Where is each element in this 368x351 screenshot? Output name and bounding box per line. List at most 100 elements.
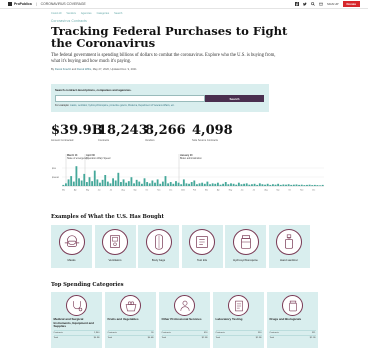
search-icon[interactable] [311, 2, 315, 6]
chart-bar[interactable] [271, 184, 274, 186]
chart-bar[interactable] [112, 178, 114, 186]
chart-bar[interactable] [146, 182, 149, 186]
chart-bar[interactable] [279, 184, 282, 186]
signup-link[interactable]: SIGN UP [327, 2, 339, 6]
chart-bar[interactable] [290, 184, 293, 186]
chart-bar[interactable] [140, 183, 143, 186]
search-input[interactable] [55, 95, 205, 102]
chart-bar[interactable] [154, 182, 156, 186]
chart-bar[interactable] [313, 184, 316, 186]
chart-bar[interactable] [264, 184, 266, 186]
breadcrumb-item-covid[interactable]: Covid-19 [51, 12, 61, 15]
example-card-hand-sanitizer[interactable]: Hand sanitizer [268, 225, 310, 268]
chart-bar[interactable] [303, 185, 306, 186]
chart-bar[interactable] [127, 181, 130, 186]
chart-bar[interactable] [167, 183, 170, 186]
chart-bar[interactable] [83, 173, 86, 186]
breadcrumb-item-vendors[interactable]: Vendors [66, 12, 76, 15]
chart-bar[interactable] [214, 183, 217, 186]
chart-bar[interactable] [80, 180, 83, 187]
search-button[interactable]: Search [205, 95, 264, 102]
chart-bar[interactable] [175, 181, 177, 186]
chart-bar[interactable] [99, 182, 101, 186]
category-card-medical[interactable]: Medical and Surgical Instruments, Equipm… [51, 292, 102, 348]
chart-bar[interactable] [198, 183, 201, 186]
chart-bar[interactable] [185, 183, 188, 186]
chart-bar[interactable] [130, 177, 133, 186]
chart-bar[interactable] [266, 183, 269, 186]
chart-bar[interactable] [300, 184, 303, 186]
chart-bar[interactable] [269, 184, 272, 186]
category-card-fruits[interactable]: Fruits and Vegetables Contracts 90 Total $… [105, 292, 156, 348]
example-card-masks[interactable]: Masks [51, 225, 92, 268]
chart-bar[interactable] [201, 182, 204, 186]
chart-bar[interactable] [125, 182, 128, 186]
chart-bar[interactable] [122, 179, 125, 186]
chart-bar[interactable] [237, 182, 240, 186]
chart-bar[interactable] [114, 180, 117, 187]
chart-bar[interactable] [282, 184, 285, 186]
chart-bar[interactable] [62, 184, 65, 186]
chart-bar[interactable] [133, 183, 135, 186]
chart-bar[interactable] [308, 184, 311, 186]
chart-bar[interactable] [138, 181, 141, 186]
chart-bar[interactable] [277, 183, 280, 186]
chart-bar[interactable] [106, 181, 109, 186]
chart-bar[interactable] [245, 183, 248, 186]
chart-bar[interactable] [219, 184, 222, 186]
chart-bar[interactable] [311, 185, 314, 186]
donate-button[interactable]: Donate [342, 1, 360, 7]
chart-bar[interactable] [216, 182, 219, 186]
chart-bar[interactable] [70, 176, 73, 186]
chart-bar[interactable] [274, 184, 277, 186]
chart-bar[interactable] [109, 183, 112, 186]
chart-bar[interactable] [120, 182, 122, 186]
breadcrumb-item-agencies[interactable]: Agencies [81, 12, 92, 15]
chart-bar[interactable] [101, 179, 104, 186]
chart-bar[interactable] [182, 179, 185, 186]
chart-bar[interactable] [78, 178, 80, 186]
chart-bar[interactable] [243, 183, 245, 186]
chart-bar[interactable] [72, 181, 75, 186]
chart-bar[interactable] [93, 170, 96, 186]
chart-bar[interactable] [285, 184, 287, 186]
chart-bar[interactable] [222, 183, 225, 186]
chart-bar[interactable] [148, 183, 151, 186]
chart-bar[interactable] [180, 184, 183, 186]
chart-bar[interactable] [65, 183, 67, 186]
chart-bar[interactable] [251, 184, 253, 186]
chart-bar[interactable] [321, 184, 324, 186]
chart-bar[interactable] [211, 183, 214, 186]
site-logo[interactable]: ProPublica | CORONAVIRUS COVERAGE [8, 2, 86, 6]
chart-bar[interactable] [177, 182, 180, 186]
chart-bar[interactable] [164, 176, 167, 186]
chart-bar[interactable] [240, 184, 243, 186]
chart-bar[interactable] [143, 178, 146, 186]
chart-bar[interactable] [190, 182, 193, 186]
chart-bar[interactable] [203, 183, 206, 186]
example-card-body-bags[interactable]: Body bags [138, 225, 179, 268]
chart-bar[interactable] [258, 183, 261, 186]
chart-bar[interactable] [172, 183, 175, 186]
chart-bar[interactable] [209, 184, 211, 186]
chart-bar[interactable] [169, 182, 172, 186]
chart-bar[interactable] [253, 183, 256, 186]
chart-bar[interactable] [261, 184, 264, 186]
example-card-test-kits[interactable]: Test kits [181, 225, 223, 268]
chart-bar[interactable] [156, 179, 159, 186]
author-link[interactable]: Derek Willis [77, 68, 91, 71]
chart-bar[interactable] [230, 183, 232, 186]
chart-bar[interactable] [188, 183, 190, 186]
chart-bar[interactable] [295, 184, 298, 186]
example-card-hydroxychloroquine[interactable]: Hydroxychloroquine [225, 225, 266, 268]
chart-bar[interactable] [316, 185, 319, 186]
chart-bar[interactable] [161, 181, 164, 186]
chart-bar[interactable] [287, 184, 290, 186]
kicker[interactable]: Coronavirus Contracts [51, 19, 87, 23]
twitter-icon[interactable] [303, 2, 307, 6]
chart-bar[interactable] [67, 179, 70, 186]
author-link[interactable]: Derek Kravitz [55, 68, 71, 71]
chart-bar[interactable] [292, 184, 295, 186]
chart-bar[interactable] [88, 177, 91, 186]
facebook-icon[interactable] [295, 2, 299, 6]
